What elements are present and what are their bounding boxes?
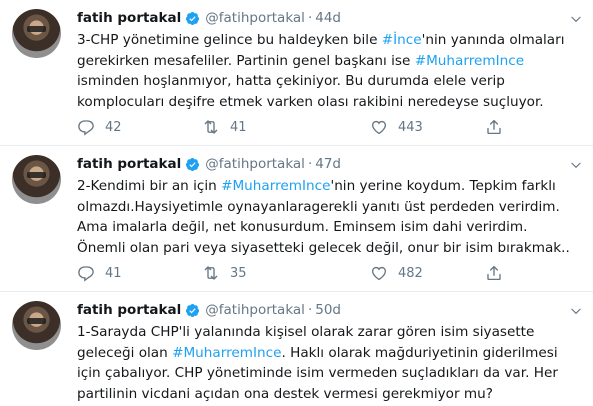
- reply-icon: [77, 264, 95, 282]
- hashtag-link[interactable]: #MuharremInce: [172, 345, 281, 361]
- avatar[interactable]: [12, 155, 61, 204]
- like-button[interactable]: 443: [370, 116, 423, 138]
- timestamp[interactable]: 47d: [315, 156, 341, 172]
- chevron-down-icon[interactable]: [569, 12, 583, 26]
- tweet-header: fatih portakal @fatihportakal · 44d: [77, 8, 341, 28]
- username[interactable]: @fatihportakal: [205, 302, 305, 318]
- separator-dot: ·: [307, 302, 313, 318]
- tweet[interactable]: fatih portakal @fatihportakal · 47d 2-Ke…: [0, 146, 593, 292]
- tweet-header: fatih portakal @fatihportakal · 50d: [77, 300, 341, 320]
- hashtag-link[interactable]: #MuharremInce: [415, 53, 524, 69]
- reply-count: 42: [105, 119, 122, 135]
- verified-badge-icon: [185, 11, 200, 26]
- separator-dot: ·: [307, 10, 313, 26]
- tweet-actions: 42 41 443: [77, 116, 507, 138]
- tweet-text-segment: 3-CHP yönetimine gelince bu haldeyken bi…: [77, 32, 382, 48]
- share-button[interactable]: [485, 116, 513, 138]
- reply-icon: [77, 118, 95, 136]
- share-icon: [485, 118, 503, 136]
- avatar[interactable]: [12, 9, 61, 58]
- timestamp[interactable]: 50d: [315, 302, 341, 318]
- share-icon: [485, 264, 503, 282]
- reply-button[interactable]: 42: [77, 116, 122, 138]
- username[interactable]: @fatihportakal: [205, 156, 305, 172]
- like-button[interactable]: 482: [370, 262, 423, 284]
- tweet[interactable]: fatih portakal @fatihportakal · 44d 3-CH…: [0, 0, 593, 146]
- display-name[interactable]: fatih portakal: [77, 10, 181, 26]
- retweet-icon: [202, 118, 220, 136]
- retweet-count: 41: [230, 119, 247, 135]
- hashtag-link[interactable]: #İnce: [382, 32, 422, 48]
- tweet-text: 2-Kendimi bir an için #MuharremInce'nin …: [77, 176, 577, 258]
- tweet-header: fatih portakal @fatihportakal · 47d: [77, 154, 341, 174]
- chevron-down-icon[interactable]: [569, 304, 583, 318]
- verified-badge-icon: [185, 157, 200, 172]
- tweet-text-segment: 2-Kendimi bir an için: [77, 178, 222, 194]
- tweet-text: 1-Sarayda CHP'li yalanında kişisel olara…: [77, 322, 577, 404]
- avatar[interactable]: [12, 301, 61, 350]
- verified-badge-icon: [185, 303, 200, 318]
- retweet-icon: [202, 264, 220, 282]
- share-button[interactable]: [485, 262, 513, 284]
- retweet-count: 35: [230, 265, 247, 281]
- like-count: 443: [398, 119, 423, 135]
- heart-icon: [370, 264, 388, 282]
- tweet-text-segment: isminden hoşlanmıyor, hatta çekiniyor. B…: [77, 73, 544, 110]
- display-name[interactable]: fatih portakal: [77, 302, 181, 318]
- retweet-button[interactable]: 41: [202, 116, 247, 138]
- chevron-down-icon[interactable]: [569, 158, 583, 172]
- tweet-text: 3-CHP yönetimine gelince bu haldeyken bi…: [77, 30, 577, 112]
- tweet[interactable]: fatih portakal @fatihportakal · 50d 1-Sa…: [0, 292, 593, 406]
- like-count: 482: [398, 265, 423, 281]
- tweet-actions: 41 35 482: [77, 262, 507, 284]
- display-name[interactable]: fatih portakal: [77, 156, 181, 172]
- retweet-button[interactable]: 35: [202, 262, 247, 284]
- timestamp[interactable]: 44d: [315, 10, 341, 26]
- separator-dot: ·: [307, 156, 313, 172]
- heart-icon: [370, 118, 388, 136]
- username[interactable]: @fatihportakal: [205, 10, 305, 26]
- reply-count: 41: [105, 265, 122, 281]
- hashtag-link[interactable]: #MuharremInce: [221, 178, 330, 194]
- reply-button[interactable]: 41: [77, 262, 122, 284]
